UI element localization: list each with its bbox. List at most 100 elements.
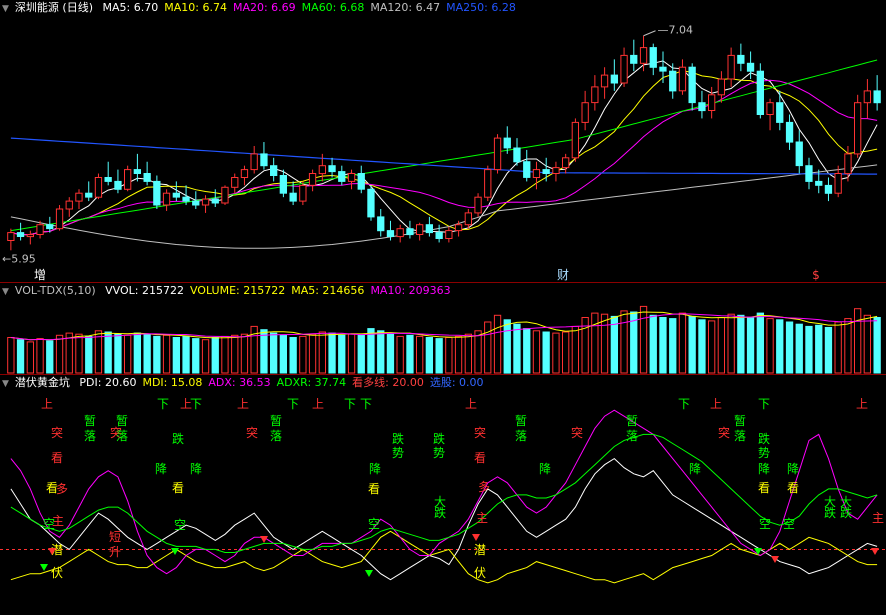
- volume-bar: [124, 334, 132, 374]
- candle-body: [484, 169, 492, 198]
- candle-body: [114, 180, 122, 190]
- volume-bar: [805, 325, 813, 374]
- volume-bar: [192, 338, 200, 374]
- candle-body: [240, 169, 249, 179]
- volume-bar: [377, 330, 385, 374]
- candle-body: [542, 169, 550, 175]
- signal-glyph: 下: [157, 397, 169, 411]
- high-pointer: [643, 30, 656, 37]
- volume-bar: [649, 314, 657, 374]
- candle-body: [182, 196, 190, 202]
- volume-bar: [143, 333, 151, 374]
- signal-arrow-icon: [472, 534, 480, 541]
- signal-glyph: 下: [758, 397, 770, 411]
- volume-bar: [834, 321, 842, 374]
- volume-bar: [435, 338, 443, 374]
- stock-chart[interactable]: —7.04←5.95增财 $上突看看多空主潜伏暂落 突暂落下跌降 降看空短升上下 上突暂…: [0, 0, 886, 615]
- signal-glyph: 下: [287, 397, 299, 411]
- candle-body: [873, 90, 881, 104]
- volume-bar: [552, 332, 560, 374]
- signal-glyph: 上: [710, 397, 722, 411]
- volume-bar: [620, 310, 628, 374]
- volume-bar: [571, 325, 580, 374]
- volume-bar: [474, 330, 482, 374]
- volume-bar: [815, 324, 823, 374]
- volume-bar: [591, 312, 599, 374]
- volume-bar: [182, 335, 190, 374]
- volume-bar: [756, 312, 765, 374]
- volume-bar: [153, 335, 161, 374]
- volume-bar: [445, 337, 453, 374]
- candle-body: [36, 224, 44, 235]
- candle-body: [659, 66, 667, 72]
- candle-body: [299, 184, 307, 202]
- signal-glyph: 跌: [392, 431, 404, 446]
- signal-glyph: 主: [52, 514, 64, 528]
- candle-body: [445, 230, 453, 240]
- candle-body: [143, 173, 151, 182]
- candle-body: [834, 173, 842, 194]
- volume-bar: [727, 313, 735, 374]
- candle-body: [454, 224, 463, 232]
- volume-bar: [279, 334, 288, 374]
- candle-body: [192, 200, 200, 206]
- candle-body: [669, 70, 677, 92]
- candle-body: [844, 153, 852, 175]
- volume-bar: [416, 335, 424, 374]
- volume-bar: [85, 335, 93, 374]
- signal-glyph: 空: [783, 517, 795, 531]
- volume-bar: [231, 334, 239, 374]
- volume-bar: [328, 332, 336, 374]
- candle-body: [562, 157, 570, 169]
- candle-body: [308, 173, 317, 186]
- volume-bar: [406, 334, 414, 374]
- candle-body: [766, 102, 774, 115]
- candle-body: [425, 224, 434, 234]
- candle-body: [630, 54, 638, 64]
- signal-glyph: 突: [51, 425, 63, 440]
- signal-glyph: 升: [109, 545, 121, 559]
- candle-body: [416, 224, 424, 235]
- candle-body: [386, 230, 395, 238]
- volume-bar: [454, 335, 463, 374]
- signal-glyph: 伏: [51, 566, 63, 580]
- signal-glyph: 突: [474, 425, 486, 440]
- candle-body: [104, 177, 112, 182]
- candle-body: [162, 192, 171, 206]
- candle-body: [279, 175, 288, 194]
- volume-bar: [16, 339, 25, 374]
- signal-glyph: 跌: [824, 505, 836, 520]
- signal-glyph: 落: [626, 429, 638, 443]
- candle-body: [708, 94, 716, 112]
- candle-body: [474, 196, 482, 214]
- signal-glyph: 多: [478, 480, 490, 494]
- candle-body: [377, 216, 385, 232]
- signal-glyph: 主: [872, 511, 884, 525]
- candle-body: [55, 208, 64, 230]
- signal-glyph: 看: [368, 482, 380, 496]
- signal-glyph: 暂: [515, 414, 527, 428]
- signal-glyph: 看: [787, 481, 799, 495]
- signal-glyph: 落: [116, 429, 128, 443]
- volume-bar: [746, 317, 755, 374]
- candle-body: [318, 165, 327, 175]
- candle-body: [785, 121, 794, 143]
- volume-bar: [766, 318, 774, 374]
- signal-glyph: 多: [56, 482, 68, 496]
- candle-body: [717, 78, 726, 96]
- volume-bar: [36, 338, 44, 374]
- candle-body: [581, 102, 589, 123]
- signal-glyph: 落: [270, 429, 282, 443]
- volume-bar: [221, 335, 229, 374]
- candle-body: [338, 171, 346, 182]
- candle-body: [75, 192, 83, 202]
- signal-glyph: 上: [312, 397, 324, 411]
- volume-bar: [873, 317, 881, 374]
- signal-glyph: 降: [155, 462, 167, 476]
- volume-bar: [338, 334, 346, 374]
- volume-bar: [795, 323, 803, 374]
- candle-body: [620, 54, 628, 84]
- signal-glyph: 空: [368, 517, 380, 531]
- signal-glyph: 短: [109, 530, 121, 544]
- candle-body: [250, 153, 258, 171]
